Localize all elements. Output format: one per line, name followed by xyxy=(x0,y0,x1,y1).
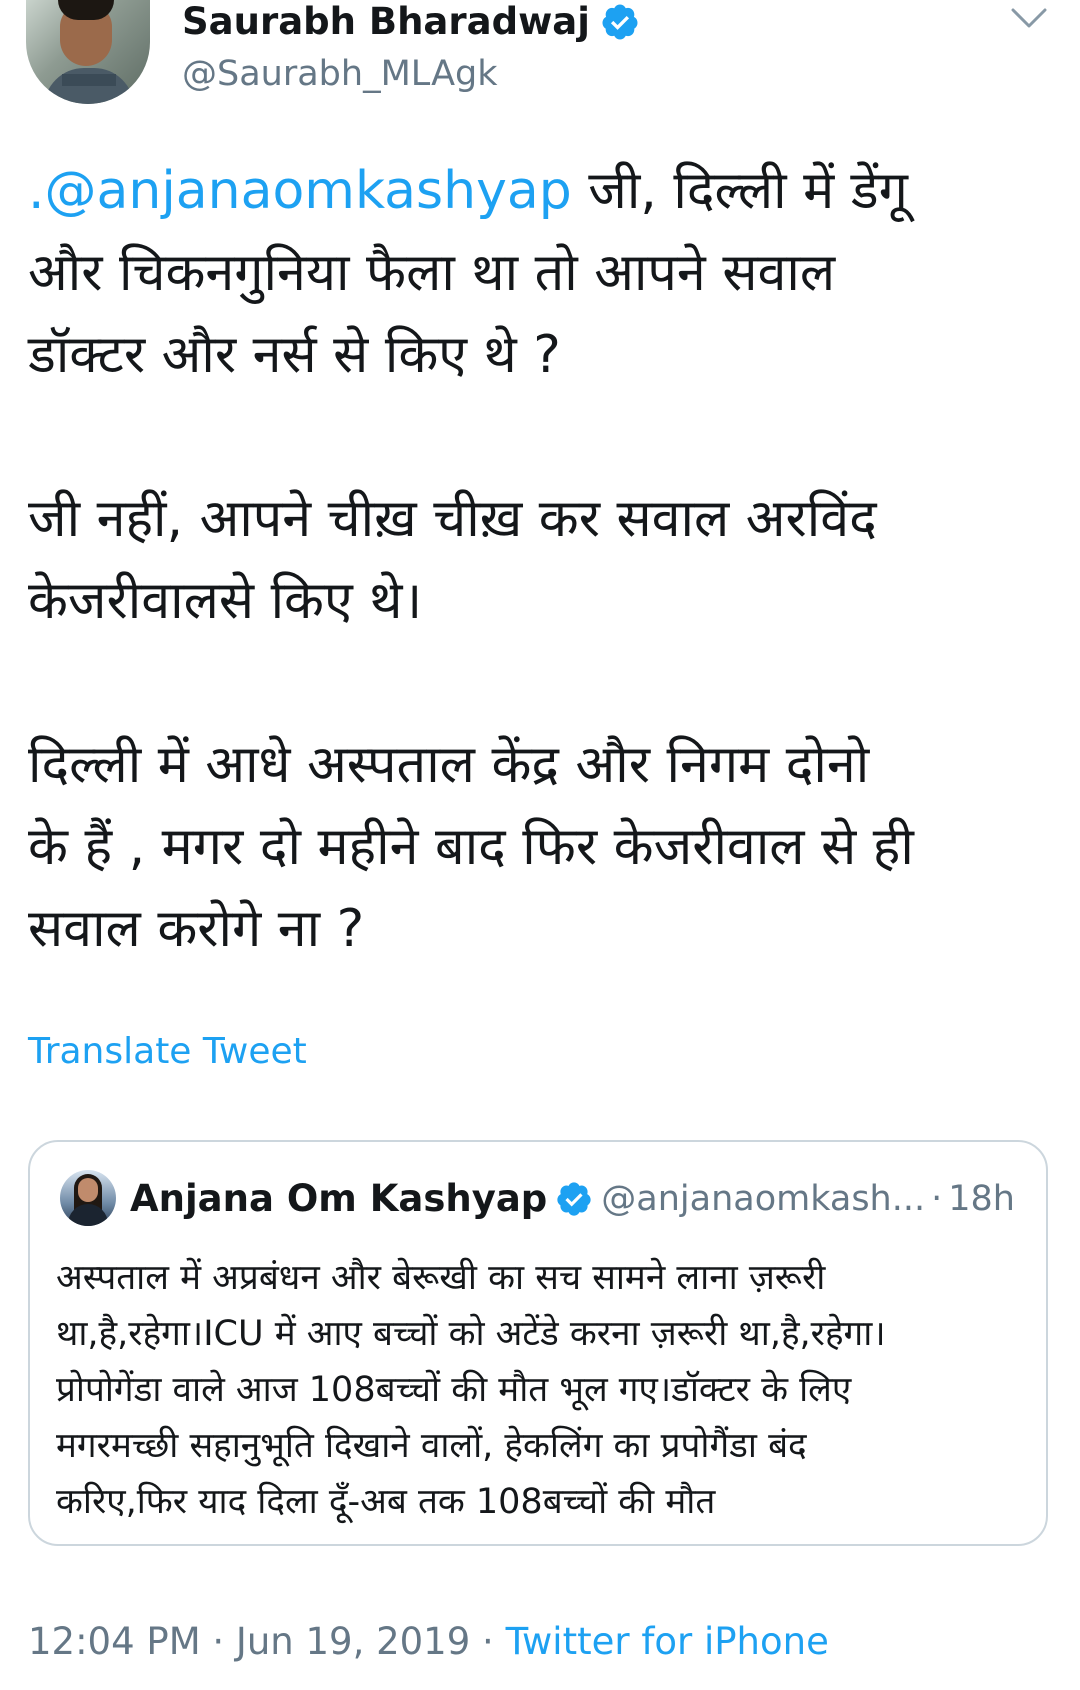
tweet-date: Jun 19, 2019 xyxy=(235,1620,471,1663)
quoted-tweet-time[interactable]: 18h xyxy=(948,1175,1015,1223)
author-name[interactable]: Saurabh Bharadwaj xyxy=(182,0,590,44)
quoted-author-name[interactable]: Anjana Om Kashyap xyxy=(130,1175,547,1223)
author-name-row[interactable]: Saurabh Bharadwaj xyxy=(182,0,640,44)
author-avatar[interactable] xyxy=(26,0,150,104)
avatar-banner xyxy=(62,74,116,86)
author-handle[interactable]: @Saurabh_MLAgk xyxy=(182,52,498,96)
quoted-avatar-face xyxy=(78,1178,98,1202)
quoted-tweet[interactable]: Anjana Om Kashyap @anjanaomkash... · 18h… xyxy=(28,1140,1048,1546)
tweet-time: 12:04 PM xyxy=(28,1620,201,1663)
chevron-down-icon[interactable] xyxy=(1010,6,1048,30)
meta-separator: · xyxy=(212,1620,225,1663)
tweet-metadata: 12:04 PM · Jun 19, 2019 · Twitter for iP… xyxy=(28,1618,829,1666)
quoted-tweet-header: Anjana Om Kashyap @anjanaomkash... · 18h xyxy=(130,1174,1030,1224)
quoted-header-separator: · xyxy=(931,1179,943,1219)
translate-tweet-link[interactable]: Translate Tweet xyxy=(28,1030,307,1074)
tweet-source-link[interactable]: Twitter for iPhone xyxy=(506,1620,829,1663)
verified-badge-icon xyxy=(557,1182,591,1216)
quoted-author-handle[interactable]: @anjanaomkash... xyxy=(601,1175,925,1223)
quoted-author-avatar[interactable] xyxy=(60,1170,116,1226)
meta-separator: · xyxy=(482,1620,494,1663)
tweet-body: जी, दिल्ली में डेंगू और चिकनगुनिया फैला … xyxy=(28,161,914,959)
quoted-tweet-text: अस्पताल में अप्रबंधन और बेरूखी का सच साम… xyxy=(56,1258,886,1522)
verified-badge-icon xyxy=(602,4,638,40)
tweet-text: .@anjanaomkashyap जी, दिल्ली में डेंगू औ… xyxy=(28,150,1058,970)
mention-link[interactable]: .@anjanaomkashyap xyxy=(28,161,572,221)
